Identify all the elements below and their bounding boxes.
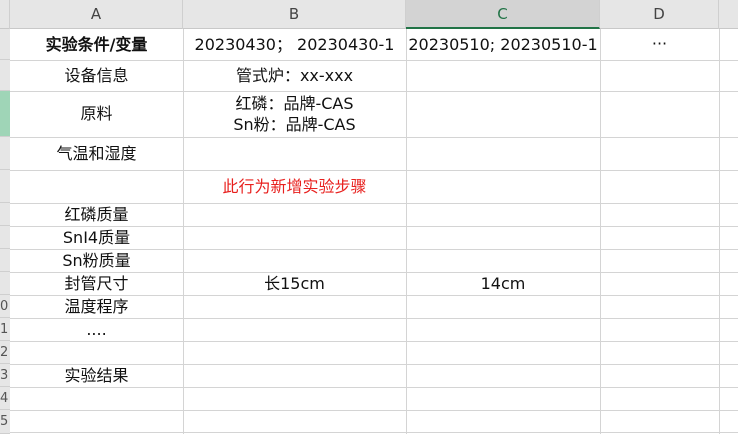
- grid-line: [10, 432, 738, 433]
- row-header-4[interactable]: [0, 137, 10, 170]
- row-header-12[interactable]: 2: [0, 341, 10, 364]
- cell-a9[interactable]: 封管尺寸: [10, 272, 183, 295]
- column-header-a[interactable]: A: [10, 0, 183, 29]
- cell-d1[interactable]: ···: [600, 33, 719, 60]
- row-header-6[interactable]: [0, 203, 10, 226]
- row-header-1[interactable]: [0, 29, 10, 60]
- cell-a8[interactable]: Sn粉质量: [10, 249, 183, 272]
- row-header-13[interactable]: 3: [0, 364, 10, 387]
- select-all-corner[interactable]: [0, 0, 10, 29]
- grid-line: [10, 410, 738, 411]
- column-header-d[interactable]: D: [600, 0, 719, 29]
- cell-b2[interactable]: 管式炉：xx-xxx: [183, 60, 406, 91]
- cell-a2[interactable]: 设备信息: [10, 60, 183, 91]
- cell-a1[interactable]: 实验条件/变量: [10, 29, 183, 60]
- row-header-5[interactable]: [0, 170, 10, 203]
- cell-b5[interactable]: 此行为新增实验步骤: [183, 170, 406, 203]
- row-header-3[interactable]: [0, 91, 10, 137]
- cell-a11[interactable]: ....: [10, 318, 183, 341]
- row-header-9[interactable]: [0, 272, 10, 295]
- cell-a7[interactable]: SnI4质量: [10, 226, 183, 249]
- cell-c1[interactable]: 20230510; 20230510-1: [406, 29, 600, 60]
- row-header-2[interactable]: [0, 60, 10, 91]
- cell-b3-line-1: 红磷：品牌-CAS: [235, 94, 354, 113]
- column-header-b[interactable]: B: [183, 0, 406, 29]
- row-header-15[interactable]: 5: [0, 410, 10, 434]
- cell-a10[interactable]: 温度程序: [10, 295, 183, 318]
- cell-a13[interactable]: 实验结果: [10, 364, 183, 387]
- grid-line: [10, 387, 738, 388]
- spreadsheet: A B C D 0 1 2 3 4 5 实验条件/变量 20230430； 20…: [0, 0, 738, 434]
- row-header-10[interactable]: 0: [0, 295, 10, 318]
- row-header-11[interactable]: 1: [0, 318, 10, 341]
- column-header-row: A B C D: [0, 0, 738, 29]
- cell-b3-line-2: Sn粉：品牌-CAS: [233, 115, 356, 134]
- cell-b9[interactable]: 长15cm: [183, 272, 406, 295]
- grid-line: [600, 29, 601, 434]
- cell-b1[interactable]: 20230430； 20230430-1: [183, 29, 406, 60]
- cell-a3[interactable]: 原料: [10, 91, 183, 137]
- column-header-c[interactable]: C: [406, 0, 600, 29]
- cell-a6[interactable]: 红磷质量: [10, 203, 183, 226]
- row-header-14[interactable]: 4: [0, 387, 10, 410]
- grid-line: [10, 341, 738, 342]
- cell-b3[interactable]: 红磷：品牌-CAS Sn粉：品牌-CAS: [183, 91, 406, 137]
- cell-c9[interactable]: 14cm: [406, 272, 600, 295]
- column-header-e[interactable]: [719, 0, 738, 29]
- grid-line: [406, 29, 407, 434]
- row-header-8[interactable]: [0, 249, 10, 272]
- grid-line: [719, 29, 720, 434]
- cell-a4[interactable]: 气温和湿度: [10, 137, 183, 170]
- row-header-7[interactable]: [0, 226, 10, 249]
